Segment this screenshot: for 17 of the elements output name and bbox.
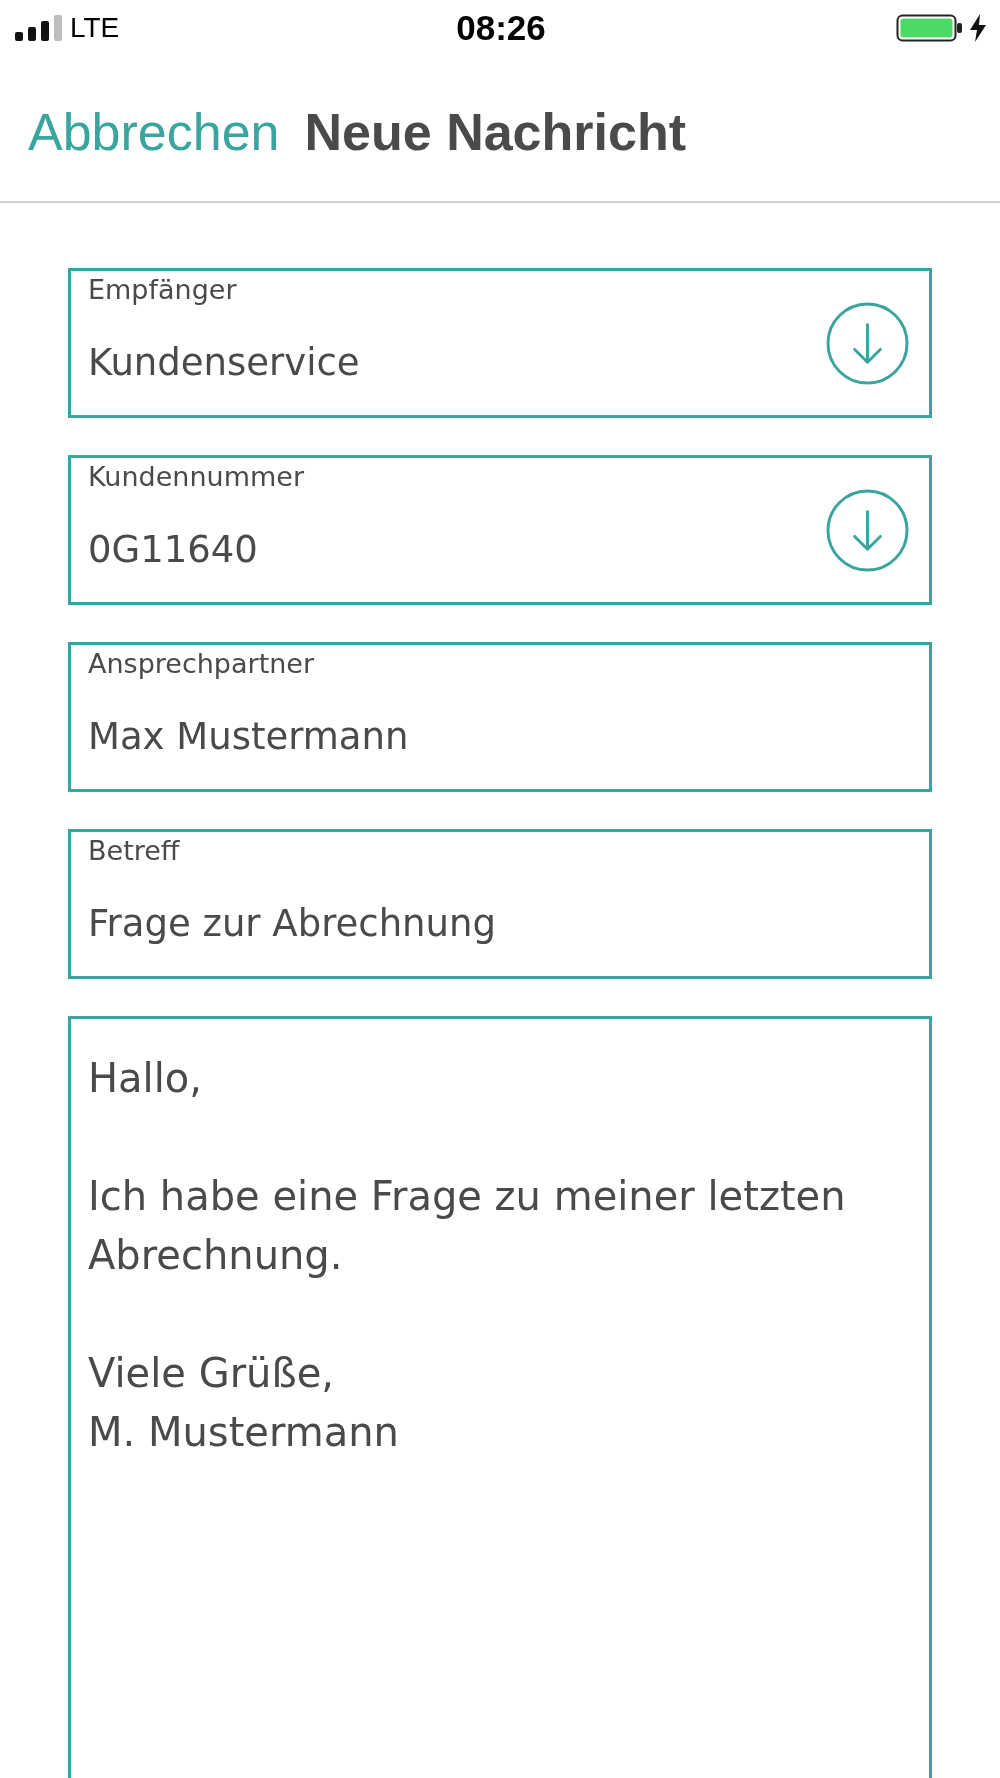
text-field[interactable]: Betreff Frage zur Abrechnung bbox=[68, 829, 932, 979]
dropdown-field[interactable]: Kundennummer 0G11640 bbox=[68, 455, 932, 605]
down-arrow-circle-icon[interactable] bbox=[826, 488, 909, 572]
field-label: Kundennummer bbox=[88, 461, 304, 493]
field-label: Ansprechpartner bbox=[88, 648, 315, 680]
down-arrow-circle-icon[interactable] bbox=[826, 301, 909, 385]
screen-title: Neue Nachricht bbox=[304, 101, 686, 163]
dropdown-field[interactable]: Empfänger Kundenservice bbox=[68, 268, 932, 418]
clock-time: 08:26 bbox=[456, 10, 546, 45]
field-label: Empfänger bbox=[88, 274, 237, 306]
signal-icon bbox=[15, 14, 62, 41]
text-field[interactable]: Ansprechpartner Max Mustermann bbox=[68, 642, 932, 792]
field-label: Betreff bbox=[88, 835, 180, 867]
message-field[interactable]: Hallo, Ich habe eine Frage zu meiner letzten Abrechnung. Viele Grüße, M. Mustermann bbox=[68, 1016, 932, 1778]
battery-icon bbox=[896, 13, 963, 42]
network-label: LTE bbox=[70, 13, 120, 42]
charging-bolt-icon bbox=[969, 13, 987, 42]
